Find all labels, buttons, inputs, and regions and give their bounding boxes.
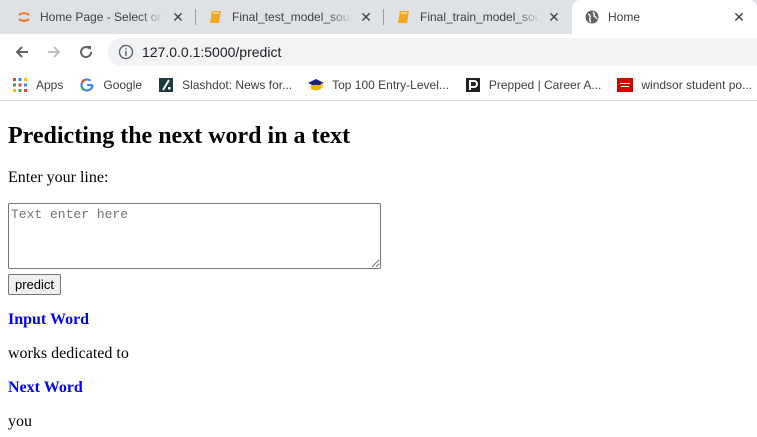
globe-icon [584,9,600,25]
bookmark-label: Top 100 Entry-Level... [332,78,449,92]
page-title: Predicting the next word in a text [8,123,351,149]
bookmark-windsor[interactable]: windsor student po... [609,72,757,98]
prepped-icon [465,77,481,93]
input-word-heading: Input Word [8,311,90,328]
info-icon[interactable] [118,44,134,60]
close-icon[interactable]: ✕ [358,9,374,25]
bookmark-label: Prepped | Career A... [488,78,602,92]
close-icon[interactable]: ✕ [731,9,747,25]
close-icon[interactable]: ✕ [170,9,186,25]
apps-grid-icon [12,77,28,93]
tab-jupyter-home[interactable]: Home Page - Select or create a notebook … [4,0,196,34]
bookmark-slashdot[interactable]: Slashdot: News for... [150,72,300,98]
prompt-label: Enter your line: [8,169,109,186]
page-content: Predicting the next word in a text Enter… [8,101,748,431]
forward-arrow-icon [48,46,61,58]
windsor-icon [617,77,634,93]
reload-icon [80,46,93,59]
next-word-value: you [8,413,32,430]
bookmark-label: Slashdot: News for... [182,78,293,92]
bookmarks-bar: Apps Google Slashdot: News for... Top 10… [0,70,757,101]
google-icon [79,77,95,93]
forward-button[interactable] [42,40,66,64]
back-button[interactable] [10,40,34,64]
address-text: 127.0.0.1:5000/predict [142,44,282,60]
close-icon[interactable]: ✕ [546,9,562,25]
bookmark-label: windsor student po... [641,78,753,92]
bookmark-prepped[interactable]: Prepped | Career A... [457,72,610,98]
next-word-heading: Next Word [8,379,83,396]
graduation-cap-icon [308,77,325,93]
back-arrow-icon [15,46,28,58]
browser-toolbar: 127.0.0.1:5000/predict [0,34,757,70]
bookmark-top-100[interactable]: Top 100 Entry-Level... [300,72,457,98]
bookmark-label: Google [103,78,143,92]
bookmark-label: Apps [36,78,64,92]
reload-button[interactable] [74,40,98,64]
jupyter-icon [16,9,32,25]
tab-home[interactable]: Home ✕ [572,0,757,34]
tab-title: Final_test_model_source.ipynb [232,10,352,24]
tab-title: Home Page - Select or create a notebook [40,10,164,24]
tab-title: Final_train_model_source.ipynb [420,10,540,24]
tab-strip: Home Page - Select or create a notebook … [0,0,757,34]
tab-final-train-model[interactable]: Final_train_model_source.ipynb ✕ [384,0,572,34]
bookmark-apps[interactable]: Apps [0,72,71,98]
notebook-icon [396,9,412,25]
tab-title: Home [608,10,641,24]
address-bar[interactable]: 127.0.0.1:5000/predict [108,38,757,66]
predict-button[interactable]: predict [8,274,62,295]
tab-final-test-model[interactable]: Final_test_model_source.ipynb ✕ [196,0,384,34]
input-word-value: works dedicated to [8,345,129,362]
notebook-icon [208,9,224,25]
text-input[interactable] [8,203,381,269]
slashdot-icon [158,77,174,93]
bookmark-google[interactable]: Google [71,72,150,98]
